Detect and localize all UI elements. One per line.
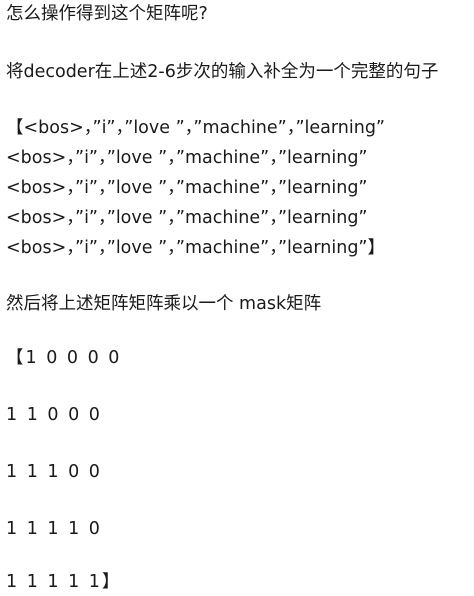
input-matrix-row: <bos>，”i”，”love ”，”machine”，”learning”】 bbox=[6, 238, 386, 258]
mask-matrix-row: 【1 0 0 0 0 bbox=[6, 348, 122, 368]
input-matrix-row: <bos>，”i”，”love ”，”machine”，”learning” bbox=[6, 208, 368, 228]
mask-matrix-row: 1 1 0 0 0 bbox=[6, 405, 102, 425]
input-matrix-row: <bos>，”i”，”love ”，”machine”，”learning” bbox=[6, 178, 368, 198]
mask-matrix-row: 1 1 1 0 0 bbox=[6, 462, 102, 482]
instruction-text: 将decoder在上述2-6步次的输入补全为一个完整的句子 bbox=[6, 62, 439, 82]
mask-matrix-row: 1 1 1 1 0 bbox=[6, 519, 102, 539]
mask-matrix-row: 1 1 1 1 1】 bbox=[6, 572, 122, 592]
mask-instruction-text: 然后将上述矩阵矩阵乘以一个 mask矩阵 bbox=[6, 294, 322, 314]
input-matrix-row: <bos>，”i”，”love ”，”machine”，”learning” bbox=[6, 148, 368, 168]
input-matrix-row: 【<bos>，”i”，”love ”，”machine”，”learning” bbox=[6, 118, 386, 138]
question-text: 怎么操作得到这个矩阵呢? bbox=[6, 4, 208, 24]
